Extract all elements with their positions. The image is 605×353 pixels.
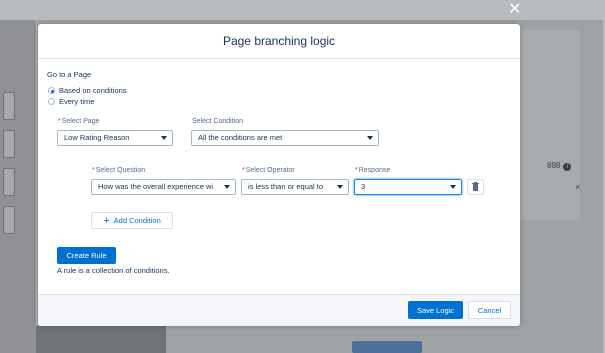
cancel-label: Cancel [477,305,502,315]
background-counter: 898 i [547,161,572,171]
background-button [352,341,422,353]
select-condition-value: All the conditions are met [198,133,283,142]
go-to-page-heading: Go to a Page [47,70,92,79]
background-close-icon: × [575,182,581,192]
select-page-label: *Select Page [58,118,100,125]
select-page-value: Low Rating Reason [64,133,130,142]
modal-header: Page branching logic [38,24,520,59]
select-page-dropdown[interactable]: Low Rating Reason [57,130,173,146]
radio-label: Based on conditions [59,86,127,95]
response-label: *Response [355,167,391,174]
select-operator-value: is less than or equal to [248,182,324,191]
background-tab [3,92,15,120]
radio-label: Every time [59,97,95,106]
radio-every-time[interactable]: Every time [48,97,94,106]
background-tab [3,206,15,234]
chevron-down-icon [337,185,343,189]
select-condition-dropdown[interactable]: All the conditions are met [191,130,379,146]
delete-condition-button[interactable] [467,179,484,195]
background-image [36,326,166,353]
close-modal-icon[interactable]: ✕ [508,2,521,18]
background-tab [3,130,15,158]
background-card [520,30,580,220]
select-condition-label: Select Condition [192,118,243,125]
chevron-down-icon [367,136,373,140]
save-logic-button[interactable]: Save Logic [408,301,463,319]
create-rule-button[interactable]: Create Rule [57,247,116,264]
modal-footer: Save Logic Cancel [38,294,520,326]
cancel-button[interactable]: Cancel [468,301,511,319]
select-question-value: How was the overall experience wi [98,182,214,191]
radio-unselected-icon[interactable] [48,98,55,105]
select-question-dropdown[interactable]: How was the overall experience wi [91,179,236,195]
trash-icon [472,182,479,191]
response-dropdown[interactable]: 3 [354,179,462,195]
background-sidebar [0,20,36,353]
save-logic-label: Save Logic [416,305,455,315]
modal-body: Go to a Page Based on conditions Every t… [38,59,520,294]
select-operator-label: *Select Operator [242,167,295,174]
chevron-down-icon [161,136,167,140]
response-value: 3 [361,182,366,191]
branching-logic-modal: Page branching logic Go to a Page Based … [38,24,520,326]
chevron-down-icon [224,185,230,189]
plus-icon: + [103,214,110,227]
radio-selected-icon[interactable] [48,87,55,94]
chevron-down-icon [450,185,456,189]
radio-based-on-conditions[interactable]: Based on conditions [48,86,127,95]
rule-help-text: A rule is a collection of conditions. [57,266,170,275]
select-question-label: *Select Question [92,167,146,174]
select-operator-dropdown[interactable]: is less than or equal to [241,179,349,195]
modal-title: Page branching logic [222,34,336,48]
info-icon: i [563,163,572,171]
background-tab [3,168,15,196]
create-rule-label: Create Rule [66,251,107,260]
add-condition-button[interactable]: + Add Condition [91,212,173,229]
add-condition-label: Add Condition [113,216,161,225]
